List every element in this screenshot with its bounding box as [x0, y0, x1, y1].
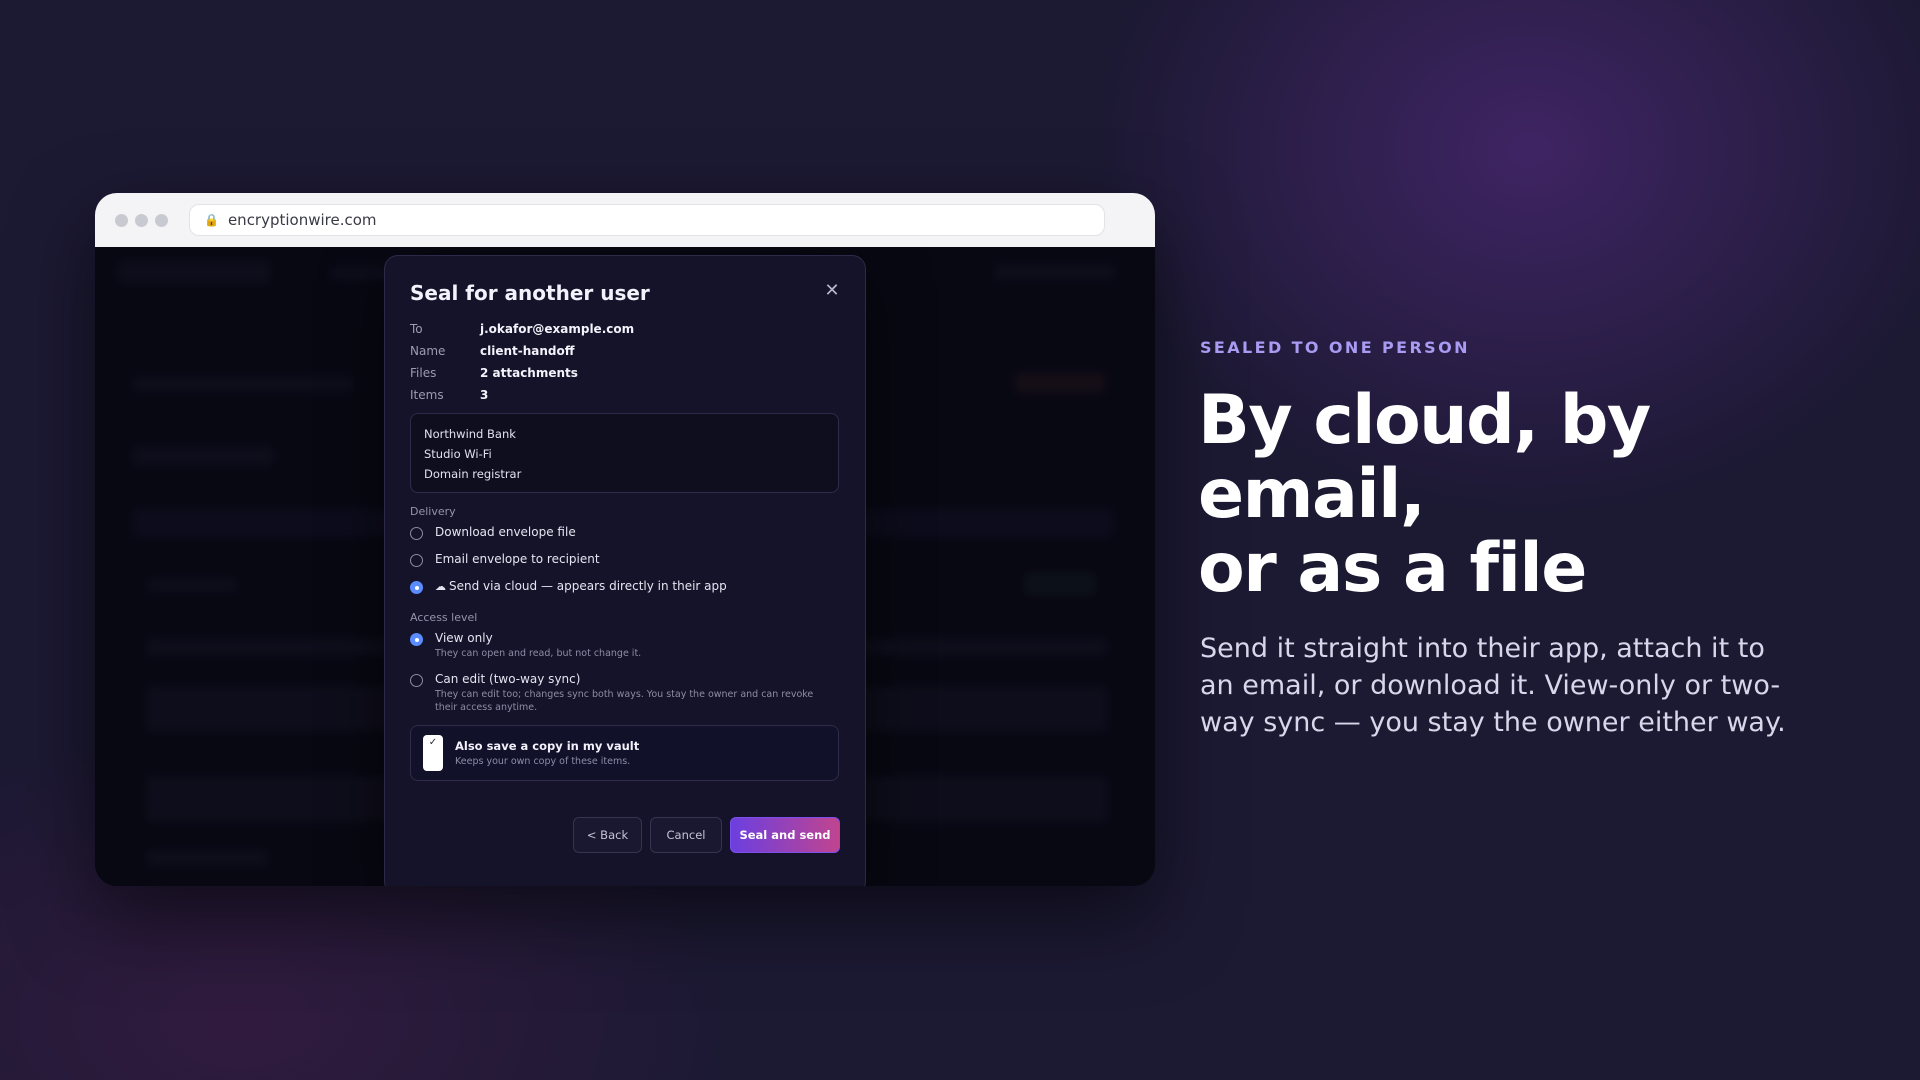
back-button[interactable]: < Back — [573, 817, 642, 853]
radio-button[interactable] — [410, 527, 423, 540]
address-bar[interactable]: 🔒 encryptionwire.com — [189, 204, 1105, 236]
window-dot-minimize[interactable] — [135, 214, 148, 227]
list-item: Studio Wi-Fi — [424, 447, 492, 461]
headline-line: By cloud, by — [1198, 381, 1651, 460]
hero-headline: By cloud, by email, or as a file — [1198, 384, 1838, 606]
summary-value: 2 attachments — [480, 366, 578, 380]
summary-label: To — [410, 322, 423, 336]
close-icon[interactable]: ✕ — [823, 282, 841, 300]
radio-button-selected[interactable] — [410, 633, 423, 646]
address-url: encryptionwire.com — [227, 211, 377, 229]
radio-button-selected[interactable] — [410, 581, 423, 594]
summary-label: Items — [410, 388, 444, 402]
option-label: View only — [435, 631, 493, 645]
radio-button[interactable] — [410, 554, 423, 567]
summary-label: Name — [410, 344, 446, 358]
browser-chrome: 🔒 encryptionwire.com — [95, 193, 1155, 248]
window-dot-close[interactable] — [115, 214, 128, 227]
delivery-option-download[interactable]: Download envelope file — [410, 524, 839, 540]
browser-window: 🔒 encryptionwire.com Seal for another us… — [95, 193, 1155, 886]
option-content: Can edit (two-way sync) They can edit to… — [435, 671, 835, 714]
save-copy-checkbox[interactable]: ✓ — [423, 735, 443, 771]
dialog-title: Seal for another user — [410, 281, 650, 305]
save-copy-content: Also save a copy in my vault Keeps your … — [455, 739, 639, 767]
summary-value: 3 — [480, 388, 489, 402]
delivery-option-email[interactable]: Email envelope to recipient — [410, 551, 839, 567]
cancel-button[interactable]: Cancel — [650, 817, 722, 853]
summary-row-name: Name client-handoff — [410, 340, 839, 362]
save-copy-title: Also save a copy in my vault — [455, 739, 640, 753]
option-label: Email envelope to recipient — [435, 552, 600, 566]
dialog-actions: < Back Cancel Seal and send — [573, 817, 840, 853]
lock-icon: 🔒 — [204, 213, 219, 227]
option-label: Download envelope file — [435, 525, 576, 539]
window-dot-maximize[interactable] — [155, 214, 168, 227]
seal-summary: To j.okafor@example.com Name client-hand… — [410, 318, 839, 406]
items-list: Northwind Bank Studio Wi-Fi Domain regis… — [410, 413, 839, 493]
summary-label: Files — [410, 366, 437, 380]
summary-value: client-handoff — [480, 344, 575, 358]
option-label-wrap: ☁ Send via cloud — appears directly in th… — [435, 578, 727, 595]
check-icon: ✓ — [428, 737, 438, 748]
option-description: They can open and read, but not change i… — [435, 648, 642, 659]
save-copy-option[interactable]: ✓ Also save a copy in my vault Keeps you… — [410, 725, 839, 781]
headline-line: email, — [1198, 455, 1426, 534]
cloud-icon: ☁ — [435, 580, 446, 593]
seal-dialog: Seal for another user ✕ To j.okafor@exam… — [384, 255, 866, 886]
option-label: Can edit (two-way sync) — [435, 672, 581, 686]
access-label: Access level — [410, 611, 478, 624]
delivery-option-cloud[interactable]: ☁ Send via cloud — appears directly in th… — [410, 578, 839, 595]
hero-subtext: Send it straight into their app, attach … — [1200, 633, 1786, 738]
app-page: Seal for another user ✕ To j.okafor@exam… — [95, 247, 1155, 886]
access-option-view-only[interactable]: View only They can open and read, but no… — [410, 630, 839, 660]
eyebrow-label: SEALED TO ONE PERSON — [1200, 338, 1470, 357]
option-content: View only They can open and read, but no… — [435, 630, 641, 660]
seal-and-send-button[interactable]: Seal and send — [730, 817, 840, 853]
delivery-label: Delivery — [410, 505, 456, 518]
access-option-can-edit[interactable]: Can edit (two-way sync) They can edit to… — [410, 671, 839, 714]
save-copy-description: Keeps your own copy of these items. — [455, 756, 631, 767]
option-label: Send via cloud — appears directly in the… — [449, 579, 727, 593]
summary-row-items: Items 3 — [410, 384, 839, 406]
headline-line: or as a file — [1198, 529, 1587, 608]
list-item: Northwind Bank — [424, 427, 516, 441]
summary-row-to: To j.okafor@example.com — [410, 318, 839, 340]
summary-value: j.okafor@example.com — [480, 322, 635, 336]
radio-button[interactable] — [410, 674, 423, 687]
list-item: Domain registrar — [424, 467, 522, 481]
summary-row-files: Files 2 attachments — [410, 362, 839, 384]
option-description: They can edit too; changes sync both way… — [435, 689, 814, 713]
